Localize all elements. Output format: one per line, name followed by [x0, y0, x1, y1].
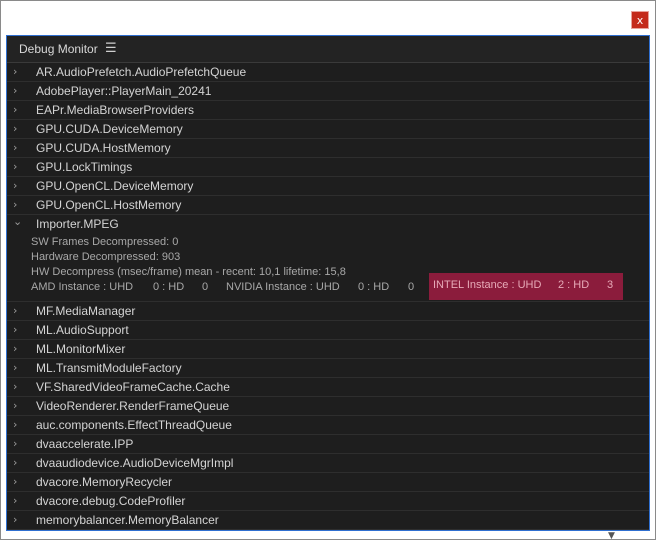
- nvidia-instance-hd: 0 : HD: [358, 281, 390, 293]
- chevron-right-icon[interactable]: ›: [13, 84, 23, 97]
- list-item[interactable]: › ML.AudioSupport: [7, 321, 649, 340]
- hw-decompress-timing-text: HW Decompress (msec/frame) mean - recent…: [31, 266, 346, 278]
- chevron-right-icon[interactable]: ›: [13, 342, 23, 355]
- amd-instance-label: AMD Instance : UHD: [31, 281, 134, 293]
- list-item-label: dvaaccelerate.IPP: [36, 437, 134, 451]
- chevron-right-icon[interactable]: ›: [13, 141, 23, 154]
- debug-monitor-panel: Debug Monitor ☰ › AR.AudioPrefetch.Audio…: [6, 35, 650, 531]
- chevron-right-icon[interactable]: ›: [13, 122, 23, 135]
- list-item-label: AdobePlayer::PlayerMain_20241: [36, 84, 212, 98]
- list-item[interactable]: › GPU.OpenCL.DeviceMemory: [7, 177, 649, 196]
- chevron-right-icon[interactable]: ›: [13, 475, 23, 488]
- chevron-right-icon[interactable]: ›: [13, 323, 23, 336]
- chevron-right-icon[interactable]: ›: [13, 513, 23, 526]
- list-item[interactable]: › AR.AudioPrefetch.AudioPrefetchQueue: [7, 63, 649, 82]
- nvidia-instance-label: NVIDIA Instance : UHD: [226, 281, 340, 293]
- list-item[interactable]: › GPU.CUDA.DeviceMemory: [7, 120, 649, 139]
- chevron-right-icon[interactable]: ›: [13, 437, 23, 450]
- list-item-label: auc.components.EffectThreadQueue: [36, 418, 232, 432]
- list-item[interactable]: › GPU.LockTimings: [7, 158, 649, 177]
- chevron-right-icon[interactable]: ›: [13, 418, 23, 431]
- list-item[interactable]: › ML.MonitorMixer: [7, 340, 649, 359]
- list-item[interactable]: › GPU.CUDA.HostMemory: [7, 139, 649, 158]
- intel-instance-label: INTEL Instance : UHD: [433, 279, 542, 291]
- chevron-right-icon[interactable]: ›: [13, 304, 23, 317]
- list-item-label: memorybalancer.MemoryBalancer: [36, 513, 219, 527]
- list-item[interactable]: › dvacore.MemoryRecycler: [7, 473, 649, 492]
- list-item[interactable]: › auc.components.EffectThreadQueue: [7, 416, 649, 435]
- list-item[interactable]: › dvaaccelerate.IPP: [7, 435, 649, 454]
- nvidia-instance-count: 0: [408, 281, 415, 293]
- close-button[interactable]: x: [631, 11, 649, 29]
- expanded-item-header[interactable]: ⌄ Importer.MPEG: [7, 215, 649, 234]
- list-item-label: dvacore.debug.CodeProfiler: [36, 494, 186, 508]
- amd-instance-hd: 0 : HD: [153, 281, 185, 293]
- chevron-right-icon[interactable]: ›: [13, 65, 23, 78]
- list-item[interactable]: › dvacore.debug.CodeProfiler: [7, 492, 649, 511]
- list-item-expanded: ⌄ Importer.MPEG SW Frames Decompressed: …: [7, 215, 649, 302]
- chevron-down-icon[interactable]: ⌄: [13, 215, 23, 228]
- debug-monitor-window: x Debug Monitor ☰ › AR.AudioPrefetch.Aud…: [0, 0, 656, 540]
- list-item-label: GPU.OpenCL.DeviceMemory: [36, 179, 194, 193]
- list-item-label: ML.TransmitModuleFactory: [36, 361, 182, 375]
- intel-instance-highlight: INTEL Instance : UHD 2 : HD 3: [429, 273, 623, 300]
- list-item[interactable]: › AdobePlayer::PlayerMain_20241: [7, 82, 649, 101]
- intel-instance-hd: 2 : HD: [558, 279, 590, 291]
- list-item-label: EAPr.MediaBrowserProviders: [36, 103, 195, 117]
- list-item-label: Importer.MPEG: [36, 217, 119, 231]
- chevron-right-icon[interactable]: ›: [13, 179, 23, 192]
- list-item[interactable]: › EAPr.MediaBrowserProviders: [7, 101, 649, 120]
- list-item-label: dvaaudiodevice.AudioDeviceMgrImpl: [36, 456, 234, 470]
- list-item-label: GPU.CUDA.DeviceMemory: [36, 122, 183, 136]
- chevron-right-icon[interactable]: ›: [13, 380, 23, 393]
- hw-decompressed-text: Hardware Decompressed: 903: [31, 251, 181, 263]
- chevron-right-icon[interactable]: ›: [13, 198, 23, 211]
- chevron-right-icon[interactable]: ›: [13, 103, 23, 116]
- panel-header: Debug Monitor ☰: [7, 36, 649, 63]
- list-item[interactable]: › dvaaudiodevice.AudioDeviceMgrImpl: [7, 454, 649, 473]
- panel-title: Debug Monitor: [19, 42, 98, 56]
- list-item-label: VF.SharedVideoFrameCache.Cache: [36, 380, 230, 394]
- list-item[interactable]: › ML.TransmitModuleFactory: [7, 359, 649, 378]
- list-item-label: ML.AudioSupport: [36, 323, 129, 337]
- list-item-label: GPU.LockTimings: [36, 160, 133, 174]
- list-item-label: AR.AudioPrefetch.AudioPrefetchQueue: [36, 65, 247, 79]
- chevron-right-icon[interactable]: ›: [13, 456, 23, 469]
- list-item[interactable]: › GPU.OpenCL.HostMemory: [7, 196, 649, 215]
- panel-menu-icon[interactable]: ☰: [105, 41, 117, 56]
- list-item-label: GPU.CUDA.HostMemory: [36, 141, 171, 155]
- list-item[interactable]: › VideoRenderer.RenderFrameQueue: [7, 397, 649, 416]
- list-item-label: dvacore.MemoryRecycler: [36, 475, 173, 489]
- list-item-label: GPU.OpenCL.HostMemory: [36, 198, 182, 212]
- chevron-right-icon[interactable]: ›: [13, 160, 23, 173]
- chevron-right-icon[interactable]: ›: [13, 361, 23, 374]
- amd-instance-count: 0: [202, 281, 209, 293]
- list-item[interactable]: › memorybalancer.MemoryBalancer: [7, 511, 649, 530]
- list-item-label: MF.MediaManager: [36, 304, 136, 318]
- sw-frames-text: SW Frames Decompressed: 0: [31, 236, 179, 248]
- chevron-right-icon[interactable]: ›: [13, 494, 23, 507]
- list-item[interactable]: › MF.MediaManager: [7, 302, 649, 321]
- list-item-label: ML.MonitorMixer: [36, 342, 126, 356]
- list-item[interactable]: › VF.SharedVideoFrameCache.Cache: [7, 378, 649, 397]
- debug-monitor-list: › AR.AudioPrefetch.AudioPrefetchQueue › …: [7, 63, 649, 530]
- intel-instance-count: 3: [607, 279, 614, 291]
- chevron-right-icon[interactable]: ›: [13, 399, 23, 412]
- list-item-label: VideoRenderer.RenderFrameQueue: [36, 399, 230, 413]
